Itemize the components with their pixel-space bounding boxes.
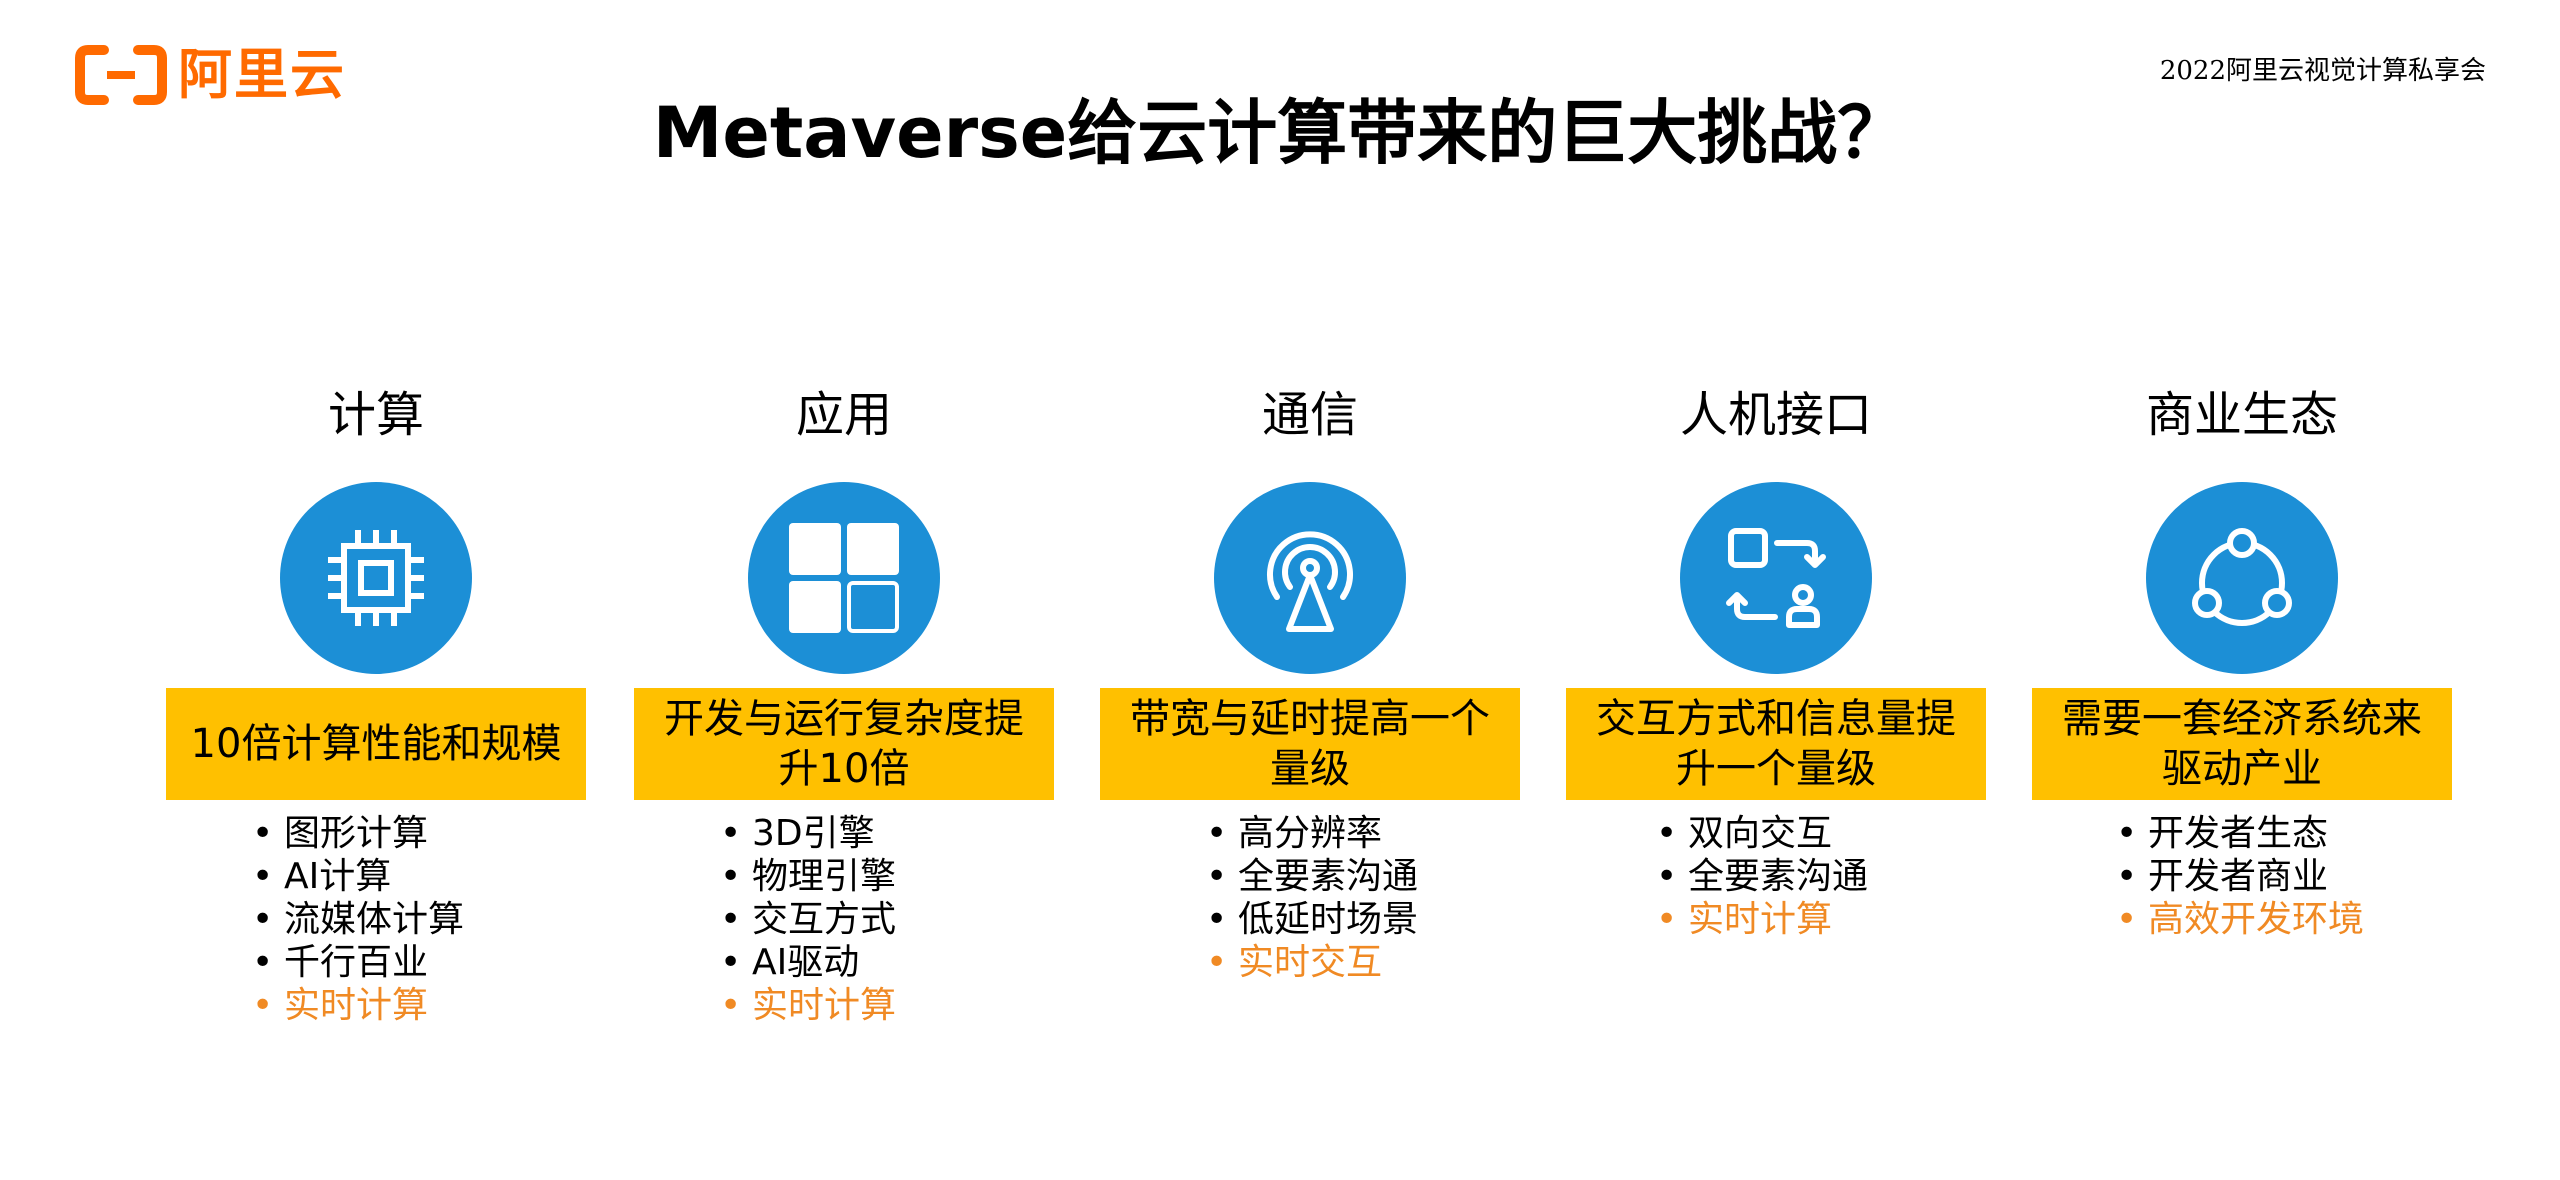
column-heading: 应用: [795, 387, 892, 443]
list-item: 图形计算: [246, 812, 586, 855]
list-item: 3D引擎: [714, 812, 1054, 855]
list-item: 千行百业: [246, 941, 586, 984]
icon-circle: [1680, 482, 1872, 674]
icon-circle: [2146, 482, 2338, 674]
icon-circle: [748, 482, 940, 674]
list-item: 全要素沟通: [1200, 855, 1520, 898]
column-heading: 人机接口: [1679, 387, 1872, 443]
list-item-highlight: 实时交互: [1200, 941, 1520, 984]
list-item-highlight: 实时计算: [1650, 898, 1986, 941]
challenge-box: 10倍计算性能和规模: [166, 688, 586, 800]
bullet-list: 3D引擎 物理引擎 交互方式 AI驱动 实时计算: [714, 812, 1054, 1027]
broadcast-antenna-icon: [1267, 531, 1353, 632]
list-item-highlight: 高效开发环境: [2110, 898, 2452, 941]
list-item: AI驱动: [714, 941, 1054, 984]
list-item: 交互方式: [714, 898, 1054, 941]
challenge-box: 交互方式和信息量提升一个量级: [1566, 688, 1986, 800]
list-item: 开发者生态: [2110, 812, 2452, 855]
icon-circle: [280, 482, 472, 674]
challenge-box: 带宽与延时提高一个量级: [1100, 688, 1520, 800]
column-application: 应用 开发与运行复杂度提升10倍 3D引擎 物理引擎 交互方式 AI驱动 实时计…: [634, 380, 1054, 1027]
challenge-box: 开发与运行复杂度提升10倍: [634, 688, 1054, 800]
slide-title: Metaverse给云计算带来的巨大挑战？: [652, 92, 1908, 174]
list-item: 物理引擎: [714, 855, 1054, 898]
column-heading: 计算: [327, 387, 424, 443]
column-heading: 通信: [1261, 387, 1358, 443]
column-business-ecosystem: 商业生态 需要一套经济系统来驱动产业 开发者生态 开发者商业 高效开发环境: [2032, 380, 2452, 941]
list-item: 开发者商业: [2110, 855, 2452, 898]
list-item: 高分辨率: [1200, 812, 1520, 855]
column-compute: 计算 10倍计算性能和规模 图形计算 AI计算 流媒体计算 千行百业 实时计算: [166, 380, 586, 1027]
human-machine-exchange-icon: [1726, 528, 1826, 628]
challenge-box: 需要一套经济系统来驱动产业: [2032, 688, 2452, 800]
cpu-chip-icon: [328, 530, 424, 626]
column-heading: 商业生态: [2145, 387, 2338, 443]
list-item-highlight: 实时计算: [246, 984, 586, 1027]
list-item: 双向交互: [1650, 812, 1986, 855]
column-hci: 人机接口 交互方式和信息量提升一个量级 双向交互 全要素沟通 实时计算: [1566, 380, 1986, 941]
bullet-list: 开发者生态 开发者商业 高效开发环境: [2110, 812, 2452, 941]
list-item-highlight: 实时计算: [714, 984, 1054, 1027]
icon-circle: [1214, 482, 1406, 674]
list-item: 全要素沟通: [1650, 855, 1986, 898]
bullet-list: 图形计算 AI计算 流媒体计算 千行百业 实时计算: [246, 812, 586, 1027]
bullet-list: 双向交互 全要素沟通 实时计算: [1650, 812, 1986, 941]
app-grid-icon: [789, 523, 899, 633]
list-item: 流媒体计算: [246, 898, 586, 941]
list-item: AI计算: [246, 855, 586, 898]
bullet-list: 高分辨率 全要素沟通 低延时场景 实时交互: [1200, 812, 1520, 984]
share-network-icon: [2192, 528, 2292, 626]
column-communication: 通信 带宽与延时提高一个量级 高分辨率 全要素沟通 低延时场景 实时交互: [1100, 380, 1520, 984]
list-item: 低延时场景: [1200, 898, 1520, 941]
event-name: 2022阿里云视觉计算私享会: [2159, 56, 2486, 86]
